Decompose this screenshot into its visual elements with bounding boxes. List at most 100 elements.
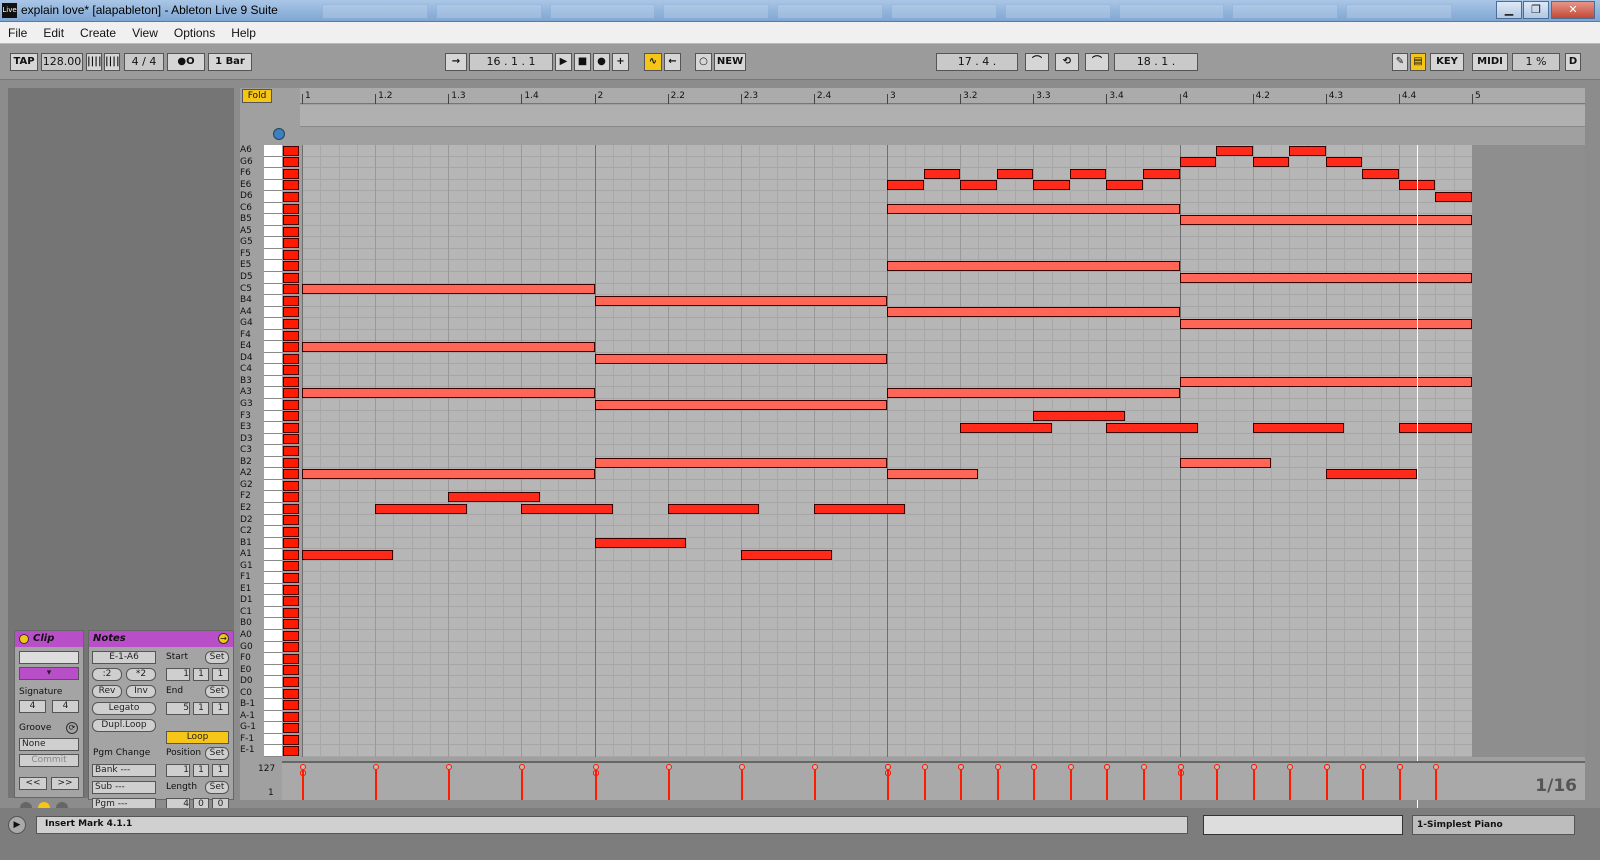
velocity-stem[interactable] bbox=[923, 770, 926, 800]
end-beat[interactable]: 1 bbox=[193, 702, 209, 715]
velocity-stem[interactable] bbox=[813, 770, 816, 800]
follow-button[interactable]: → bbox=[445, 53, 467, 71]
velocity-handle[interactable] bbox=[1323, 764, 1330, 770]
signature-numerator[interactable]: 4 bbox=[19, 700, 46, 713]
piano-key-c3[interactable] bbox=[264, 445, 282, 457]
midi-note-g4[interactable] bbox=[1179, 319, 1472, 329]
new-button[interactable]: NEW bbox=[714, 53, 746, 71]
end-set-button[interactable]: Set bbox=[205, 685, 229, 698]
velocity-stem[interactable] bbox=[740, 770, 743, 800]
preview-headphones-icon[interactable] bbox=[273, 128, 285, 140]
velocity-handle[interactable] bbox=[665, 764, 672, 770]
velocity-handle[interactable] bbox=[1104, 764, 1111, 770]
nudge-down-button[interactable]: |||| bbox=[86, 53, 102, 71]
signature-denominator[interactable]: 4 bbox=[52, 700, 79, 713]
piano-key-e1[interactable] bbox=[264, 583, 282, 596]
velocity-stem[interactable] bbox=[1398, 770, 1401, 800]
duplicate-loop-button[interactable]: Dupl.Loop bbox=[92, 719, 156, 732]
piano-key-g4[interactable] bbox=[264, 318, 282, 330]
velocity-handle[interactable] bbox=[592, 764, 599, 770]
piano-key-b1[interactable] bbox=[264, 537, 282, 550]
piano-key-e6[interactable] bbox=[264, 179, 282, 192]
record-icon[interactable]: ● bbox=[593, 53, 610, 71]
midi-note-d4[interactable] bbox=[594, 353, 887, 364]
piano-key-g-1[interactable] bbox=[264, 722, 282, 734]
midi-note-e6[interactable] bbox=[887, 180, 924, 191]
midi-note-a2[interactable] bbox=[887, 469, 979, 480]
fold-button[interactable]: Fold bbox=[242, 89, 272, 103]
double-button[interactable]: *2 bbox=[126, 668, 156, 681]
metronome-button[interactable]: ●O bbox=[167, 53, 205, 71]
piano-key-a1[interactable] bbox=[264, 549, 282, 561]
piano-key-f-1[interactable] bbox=[264, 733, 282, 746]
piano-key-a3[interactable] bbox=[264, 387, 282, 400]
midi-note-f6[interactable] bbox=[1069, 168, 1107, 179]
tap-tempo-button[interactable]: TAP bbox=[10, 53, 38, 71]
menu-view[interactable]: View bbox=[132, 26, 168, 40]
velocity-stem[interactable] bbox=[960, 770, 963, 800]
midi-note-e3[interactable] bbox=[960, 422, 1052, 433]
piano-key-f3[interactable] bbox=[264, 410, 282, 423]
menu-options[interactable]: Options bbox=[174, 26, 225, 40]
menu-create[interactable]: Create bbox=[80, 26, 126, 40]
velocity-handle[interactable] bbox=[519, 764, 526, 770]
loop-length-field[interactable]: 18 . 1 . bbox=[1114, 53, 1198, 71]
piano-key-c5[interactable] bbox=[264, 283, 282, 296]
midi-note-b2[interactable] bbox=[1179, 457, 1271, 468]
piano-key-d6[interactable] bbox=[264, 191, 282, 203]
piano-key-f2[interactable] bbox=[264, 491, 282, 503]
midi-note-g6[interactable] bbox=[1179, 157, 1217, 168]
velocity-handle[interactable] bbox=[738, 764, 745, 770]
piano-key-d4[interactable] bbox=[264, 352, 282, 365]
menu-help[interactable]: Help bbox=[231, 26, 266, 40]
velocity-editor[interactable]: 1/16 bbox=[282, 761, 1585, 800]
velocity-handle[interactable] bbox=[446, 764, 453, 770]
end-bar[interactable]: 5 bbox=[166, 702, 190, 715]
computer-midi-keyboard-icon[interactable]: ▤ bbox=[1410, 53, 1426, 71]
velocity-stem[interactable] bbox=[521, 770, 524, 800]
midi-note-e3[interactable] bbox=[1252, 422, 1345, 433]
piano-key-e0[interactable] bbox=[264, 664, 282, 677]
midi-note-e6[interactable] bbox=[960, 180, 997, 191]
midi-note-d5[interactable] bbox=[1179, 272, 1472, 283]
velocity-stem[interactable] bbox=[1216, 770, 1219, 800]
midi-note-e2[interactable] bbox=[813, 503, 906, 514]
key-map-button[interactable]: KEY bbox=[1430, 53, 1464, 71]
arrangement-position-field[interactable]: 16 . 1 . 1 bbox=[469, 53, 553, 71]
velocity-handle[interactable] bbox=[1177, 764, 1184, 770]
midi-note-a3[interactable] bbox=[302, 388, 595, 399]
midi-note-a4[interactable] bbox=[887, 307, 1180, 318]
tempo-field[interactable]: 128.00 bbox=[41, 53, 83, 71]
start-bar[interactable]: 1 bbox=[166, 668, 190, 681]
midi-note-a1[interactable] bbox=[740, 549, 833, 560]
piano-key-f5[interactable] bbox=[264, 248, 282, 261]
midi-note-f6[interactable] bbox=[1362, 168, 1399, 179]
time-signature-field[interactable]: 4 / 4 bbox=[124, 53, 164, 71]
clip-name-field[interactable] bbox=[19, 651, 79, 664]
velocity-handle[interactable] bbox=[811, 764, 818, 770]
velocity-stem[interactable] bbox=[375, 770, 378, 800]
minimize-button[interactable]: ▁ bbox=[1496, 1, 1522, 19]
punch-out-icon[interactable]: ⌒ bbox=[1085, 53, 1109, 71]
velocity-handle[interactable] bbox=[921, 764, 928, 770]
midi-note-d6[interactable] bbox=[1435, 191, 1472, 202]
midi-map-button[interactable]: MIDI bbox=[1472, 53, 1508, 71]
piano-key-d2[interactable] bbox=[264, 514, 282, 527]
midi-note-e2[interactable] bbox=[521, 503, 613, 514]
piano-key-a6[interactable] bbox=[264, 145, 282, 157]
midi-note-e3[interactable] bbox=[1106, 422, 1198, 433]
piano-key-b5[interactable] bbox=[264, 214, 282, 226]
midi-note-f6[interactable] bbox=[996, 168, 1034, 179]
clip-overview[interactable] bbox=[1203, 815, 1403, 835]
midi-note-f2[interactable] bbox=[448, 492, 540, 503]
loop-switch-icon[interactable]: ⟲ bbox=[1055, 53, 1079, 71]
piano-key-g0[interactable] bbox=[264, 641, 282, 654]
midi-note-f6[interactable] bbox=[1142, 168, 1180, 179]
piano-key-a2[interactable] bbox=[264, 468, 282, 480]
position-beat[interactable]: 1 bbox=[193, 764, 209, 777]
velocity-handle[interactable] bbox=[1250, 764, 1257, 770]
clip-activator-icon[interactable] bbox=[19, 634, 29, 644]
midi-note-b3[interactable] bbox=[1179, 376, 1472, 387]
legato-button[interactable]: Legato bbox=[92, 702, 156, 715]
midi-note-e2[interactable] bbox=[375, 503, 467, 514]
